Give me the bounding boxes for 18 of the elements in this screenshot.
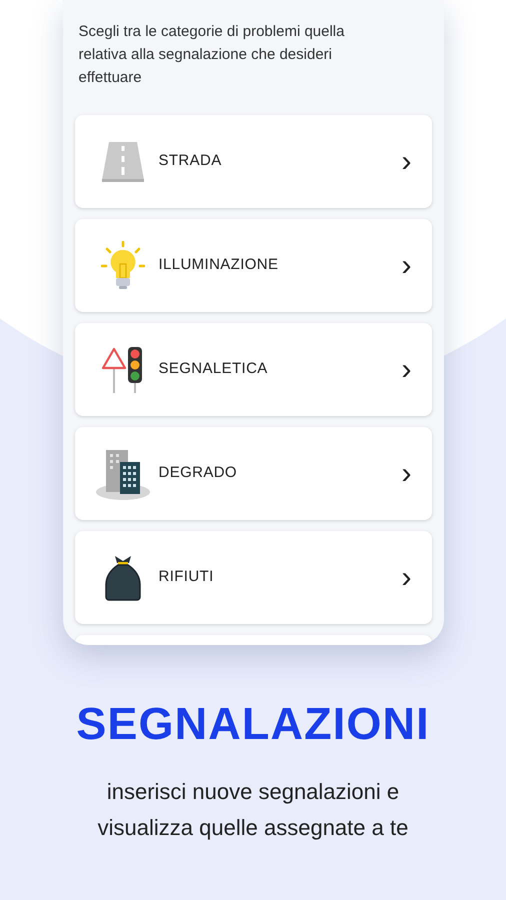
category-card[interactable]: SEGNALETICA › xyxy=(74,323,432,416)
chevron-icon: › xyxy=(402,354,412,384)
category-card[interactable]: ILLUMINAZIONE › xyxy=(74,219,432,312)
chevron-icon: › xyxy=(402,562,412,592)
tagline: inserisci nuove segnalazioni e visualizza quelle assegnate a te xyxy=(96,778,410,842)
category-label: STRADA xyxy=(158,151,223,172)
category-label: DEGRADO xyxy=(158,463,238,484)
intro-text: Scegli tra le categorie di problemi quella relativa alla segnalazione che desideri effettuare xyxy=(78,22,346,88)
chevron-icon: › xyxy=(402,458,412,488)
chevron-icon: › xyxy=(402,250,412,280)
category-card[interactable]: DEGRADO › xyxy=(74,427,432,520)
category-label: SEGNALETICA xyxy=(158,359,269,380)
chevron-icon: › xyxy=(402,146,412,176)
headline: SEGNALAZIONI xyxy=(76,701,430,746)
category-card[interactable]: STRADA › xyxy=(74,115,432,208)
category-card[interactable]: RIFIUTI › xyxy=(74,531,432,624)
category-label: ILLUMINAZIONE xyxy=(158,255,280,276)
category-label: RIFIUTI xyxy=(158,567,215,588)
